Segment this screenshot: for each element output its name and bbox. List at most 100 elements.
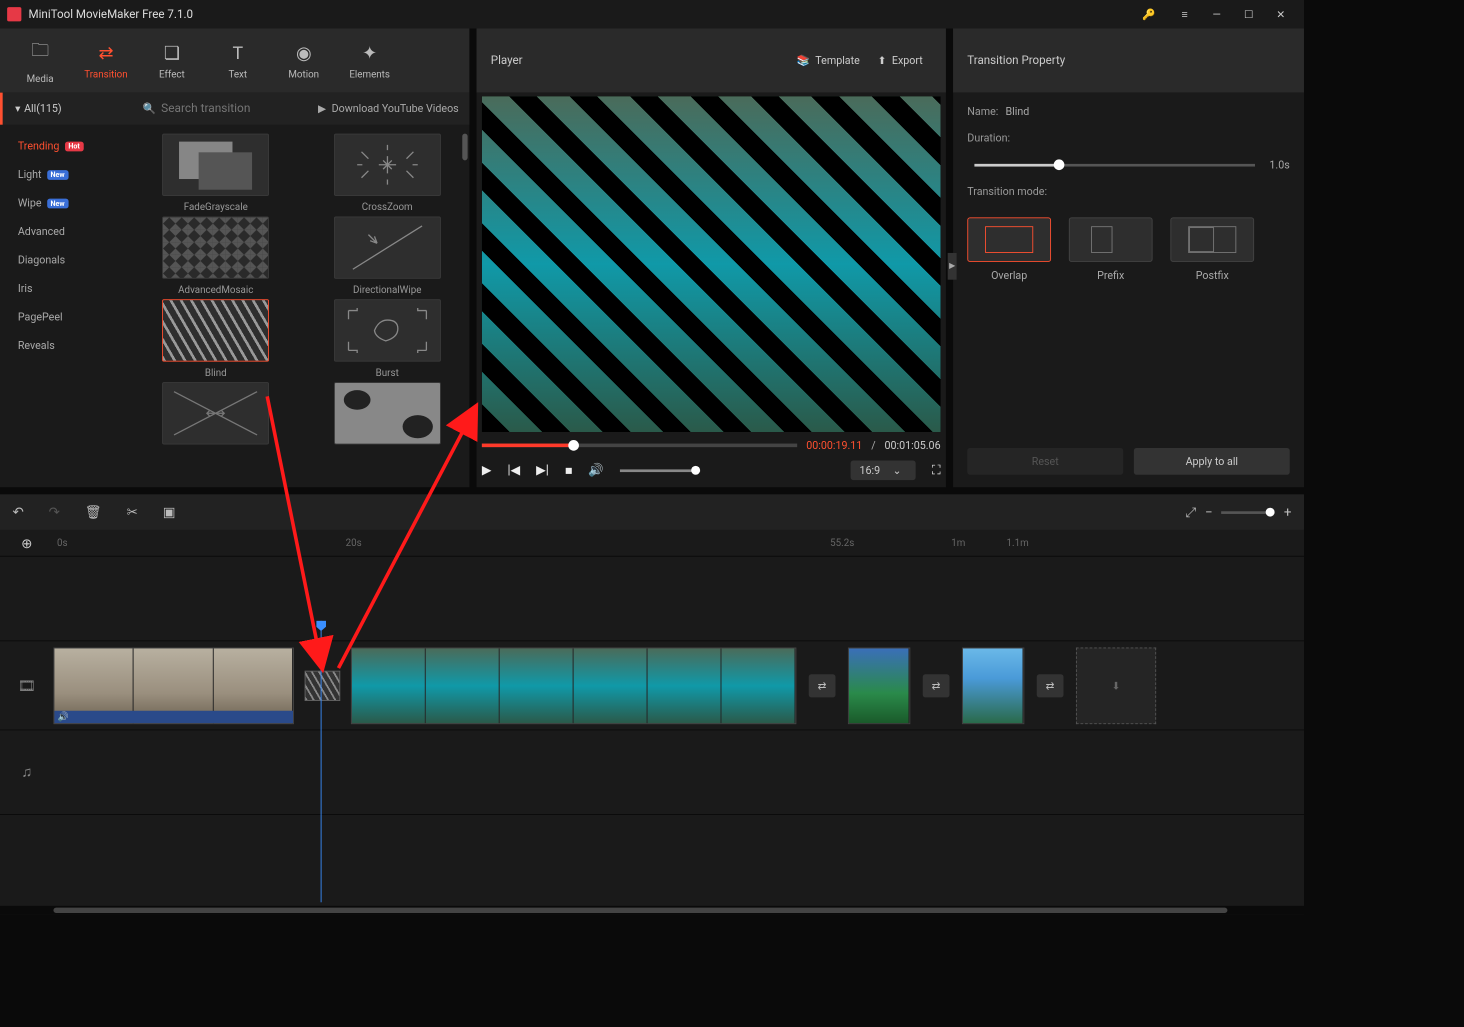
undo-button[interactable]: ↶	[12, 504, 23, 520]
transition-advancedmosaic[interactable]: AdvancedMosaic	[139, 216, 293, 295]
download-icon: ⬇	[1112, 679, 1121, 691]
mode-prefix[interactable]: Prefix	[1069, 217, 1153, 281]
drop-slot[interactable]: ⬇	[1076, 647, 1156, 724]
mode-postfix[interactable]: Postfix	[1170, 217, 1254, 281]
category-reveals[interactable]: Reveals	[0, 331, 134, 360]
track-overlay[interactable]	[0, 557, 1304, 642]
category-iris[interactable]: Iris	[0, 274, 134, 303]
zoom-slider[interactable]	[1222, 511, 1275, 514]
duration-progress	[974, 163, 1058, 166]
category-advanced[interactable]: Advanced	[0, 217, 134, 246]
badge-new: New	[47, 198, 68, 208]
horizontal-scrollbar[interactable]	[0, 906, 1304, 915]
collapse-panel-button[interactable]: ▶	[948, 253, 957, 280]
swap-button[interactable]: ⇄	[809, 674, 836, 697]
transition-item-8[interactable]	[310, 382, 464, 444]
tab-motion[interactable]: ◉ Motion	[271, 29, 337, 93]
download-youtube-link[interactable]: ▶ Download YouTube Videos	[307, 102, 469, 114]
apply-all-button[interactable]: Apply to all	[1134, 448, 1290, 475]
timeline-tracks: 🎞 🔊 ⇄ ⇄ ⇄ ⬇	[0, 557, 1304, 906]
property-title: Transition Property	[967, 54, 1065, 67]
minimize-button[interactable]: —	[1201, 2, 1233, 27]
export-icon: ⬆	[878, 54, 887, 66]
zoom-out-button[interactable]: −	[1205, 504, 1213, 520]
transition-blind[interactable]: Blind	[139, 299, 293, 378]
add-track-button[interactable]: ⊕	[0, 535, 53, 551]
chevron-down-icon: ▾	[15, 102, 20, 114]
transition-slot[interactable]	[305, 670, 341, 700]
transition-directionalwipe[interactable]: DirectionalWipe	[310, 216, 464, 295]
transition-burst[interactable]: Burst	[310, 299, 464, 378]
fullscreen-button[interactable]: ⛶	[932, 463, 941, 477]
fit-zoom-icon[interactable]: ⤢	[1185, 504, 1196, 520]
aspect-ratio-select[interactable]: 16:9 ⌄	[851, 460, 916, 480]
clip-3[interactable]	[848, 647, 910, 724]
track-video[interactable]: 🎞 🔊 ⇄ ⇄ ⇄ ⬇	[0, 641, 1304, 730]
search-input[interactable]	[161, 102, 268, 115]
scrollbar-thumb[interactable]	[53, 908, 1227, 913]
mode-overlap[interactable]: Overlap	[967, 217, 1051, 281]
seek-bar[interactable]	[482, 444, 797, 448]
volume-knob[interactable]	[691, 465, 700, 474]
category-wipe[interactable]: WipeNew	[0, 189, 134, 218]
duration-knob[interactable]	[1053, 159, 1064, 170]
motion-icon: ◉	[296, 41, 312, 62]
transition-crosszoom[interactable]: CrossZoom	[310, 134, 464, 213]
volume-slider[interactable]	[620, 469, 700, 472]
seek-knob[interactable]	[568, 440, 579, 451]
property-panel: ▶ Name: Blind Duration: 1.0s Transition …	[953, 93, 1304, 488]
redo-button[interactable]: ↷	[49, 504, 60, 520]
split-button[interactable]: ✂	[127, 504, 138, 520]
zoom-in-button[interactable]: +	[1284, 504, 1292, 520]
category-label: PagePeel	[18, 311, 63, 323]
timeline-ruler[interactable]: ⊕ 0s20s55.2s1m1.1m	[0, 530, 1304, 557]
category-label: Reveals	[18, 339, 55, 351]
duration-slider[interactable]	[974, 163, 1255, 166]
template-button[interactable]: 📚 Template	[788, 54, 869, 66]
transition-item-7[interactable]	[139, 382, 293, 444]
next-frame-button[interactable]: ▶|	[536, 463, 549, 477]
tab-media[interactable]: 🗀 Media	[7, 29, 73, 93]
crop-button[interactable]: ▣	[163, 504, 176, 520]
tab-media-label: Media	[27, 73, 54, 85]
category-light[interactable]: LightNew	[0, 160, 134, 189]
scrollbar-thumb[interactable]	[462, 134, 467, 161]
clip-2[interactable]	[351, 647, 796, 724]
category-pagepeel[interactable]: PagePeel	[0, 303, 134, 332]
swap-button[interactable]: ⇄	[923, 674, 950, 697]
hamburger-menu-icon[interactable]: ≡	[1169, 2, 1201, 27]
category-trending[interactable]: TrendingHot	[0, 132, 134, 161]
thumb-fadegrayscale	[162, 134, 269, 196]
close-button[interactable]: ✕	[1265, 2, 1297, 27]
stop-button[interactable]: ■	[565, 463, 573, 478]
tab-elements[interactable]: ✦ Elements	[337, 29, 403, 93]
transition-fadegrayscale[interactable]: FadeGrayscale	[139, 134, 293, 213]
clip-1[interactable]: 🔊	[53, 647, 293, 724]
download-youtube-label: Download YouTube Videos	[332, 102, 459, 114]
export-button[interactable]: ⬆ Export	[869, 54, 932, 66]
ruler-tick: 55.2s	[830, 537, 854, 549]
player-title: Player	[491, 54, 788, 67]
play-button[interactable]: ▶	[482, 463, 492, 477]
tab-transition[interactable]: ⇄ Transition	[73, 29, 139, 93]
search-box[interactable]: 🔍	[134, 102, 308, 115]
swap-button[interactable]: ⇄	[1037, 674, 1064, 697]
track-audio[interactable]: ♫	[0, 730, 1304, 815]
clip-4[interactable]	[962, 647, 1024, 724]
zoom-knob[interactable]	[1266, 507, 1275, 516]
category-diagonals[interactable]: Diagonals	[0, 246, 134, 275]
maximize-button[interactable]: ☐	[1233, 2, 1265, 27]
upgrade-key-icon[interactable]: 🔑	[1133, 2, 1165, 27]
timeline: ⊕ 0s20s55.2s1m1.1m 🎞 🔊 ⇄ ⇄	[0, 530, 1304, 915]
category-all[interactable]: ▾ All(115)	[0, 93, 134, 125]
preview-viewport[interactable]	[482, 96, 941, 432]
player-header: Player 📚 Template ⬆ Export	[477, 29, 946, 93]
effect-icon: ❏	[164, 41, 180, 62]
tab-text[interactable]: T Text	[205, 29, 271, 93]
tab-effect[interactable]: ❏ Effect	[139, 29, 205, 93]
prev-frame-button[interactable]: |◀	[508, 463, 521, 477]
playhead[interactable]	[321, 620, 322, 901]
delete-button[interactable]: 🗑	[85, 504, 102, 520]
tab-elements-label: Elements	[349, 68, 390, 80]
volume-icon[interactable]: 🔊	[588, 463, 604, 477]
